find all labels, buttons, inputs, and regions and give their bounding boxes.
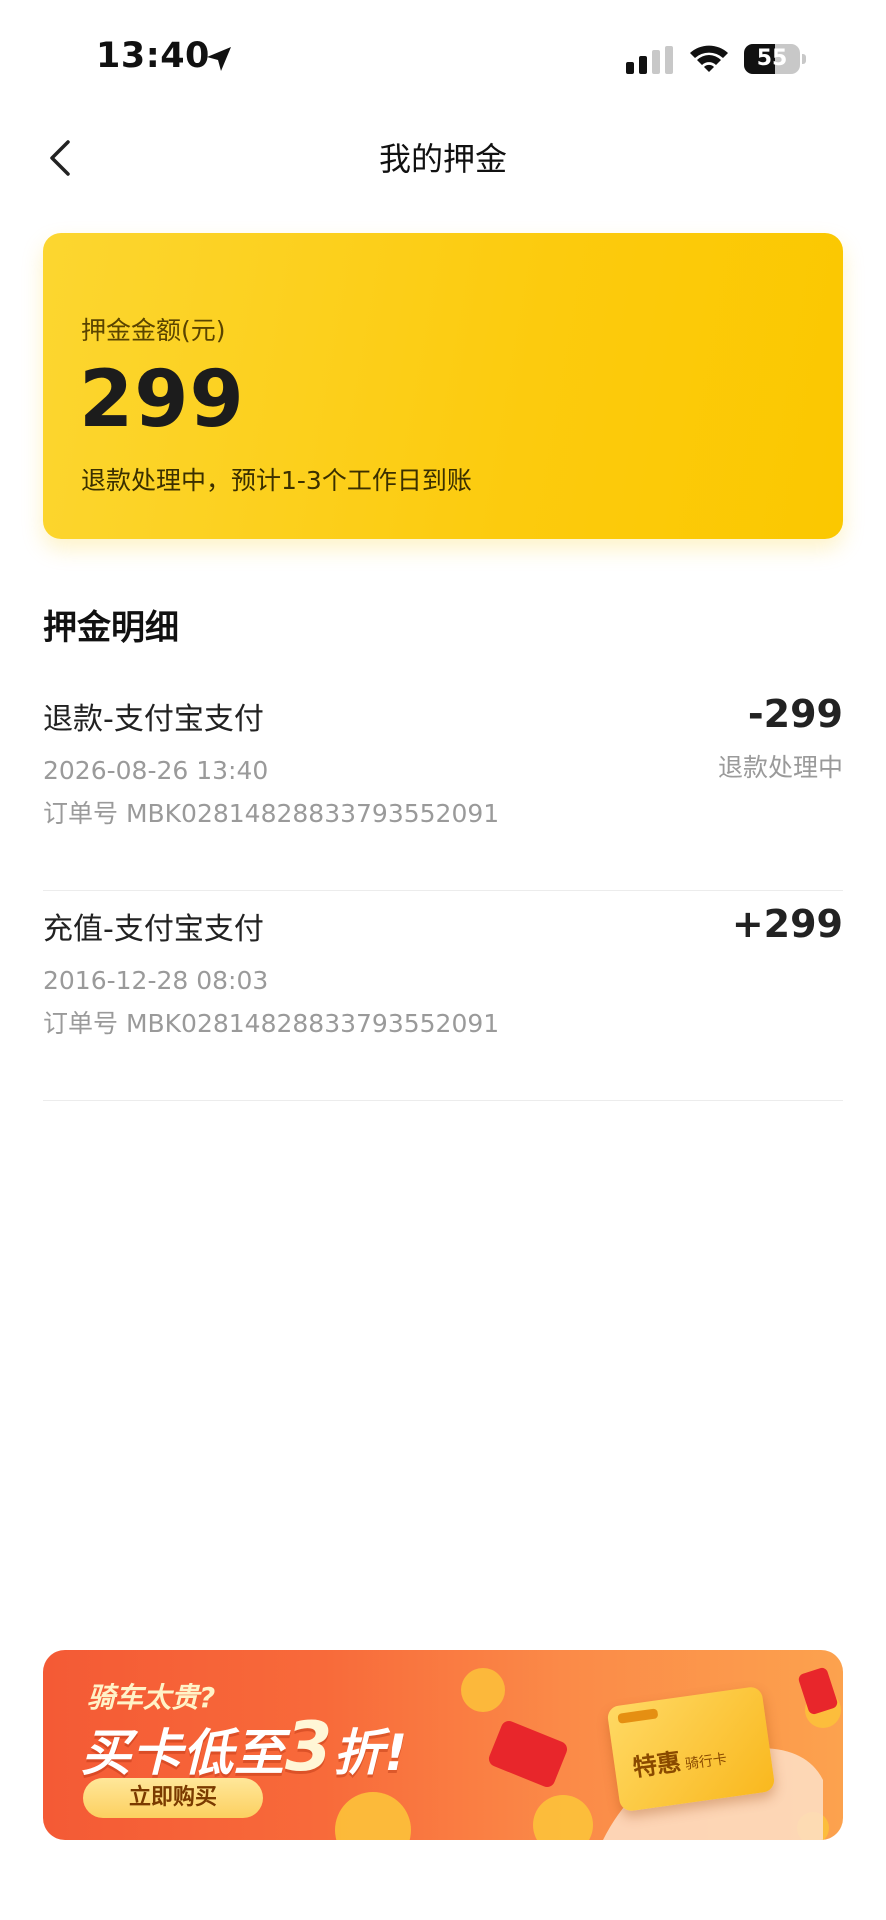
deposit-status: 退款处理中，预计1-3个工作日到账 [81,466,472,495]
record-title: 充值-支付宝支付 [43,912,264,947]
record-title: 退款-支付宝支付 [43,702,264,737]
nav-bar: 我的押金 [0,120,886,196]
record-date: 2026-08-26 13:40 [43,756,269,785]
deposit-card: 押金金额(元) 299 退款处理中，预计1-3个工作日到账 [43,233,843,539]
battery-level-text: 55 [756,46,788,71]
deposit-record[interactable]: 充值-支付宝支付 2016-12-28 08:03 订单号 MBK0281482… [43,890,843,1101]
battery-indicator: 55 [744,44,806,74]
record-date: 2016-12-28 08:03 [43,966,269,995]
deposit-record[interactable]: 退款-支付宝支付 2026-08-26 13:40 订单号 MBK0281482… [43,680,843,891]
record-status: 退款处理中 [717,753,843,782]
cellular-signal-icon [626,46,673,74]
status-bar: 13:40 55 [0,0,886,120]
promo-banner[interactable]: 骑车太贵? 买卡低至3折! 立即购买 特惠骑行卡 [43,1650,843,1840]
wifi-icon [690,45,728,72]
deposit-amount: 299 [79,355,245,445]
record-order-number: 订单号 MBK02814828833793552091 [43,799,500,828]
promo-headline: 买卡低至3折! [81,1708,409,1787]
record-amount: +299 [731,902,843,946]
page-title: 我的押金 [378,140,507,178]
promo-card-label: 特惠 [631,1747,683,1783]
status-time: 13:40 [96,36,210,76]
location-arrow-icon [207,47,231,71]
buy-now-button[interactable]: 立即购买 [83,1778,263,1818]
record-amount: -299 [747,692,843,736]
discount-card-illustration: 特惠骑行卡 [606,1685,776,1813]
record-order-number: 订单号 MBK02814828833793552091 [43,1009,500,1038]
deposit-label: 押金金额(元) [81,316,226,345]
details-section-title: 押金明细 [43,608,179,648]
promo-card-small-label: 骑行卡 [684,1751,728,1773]
